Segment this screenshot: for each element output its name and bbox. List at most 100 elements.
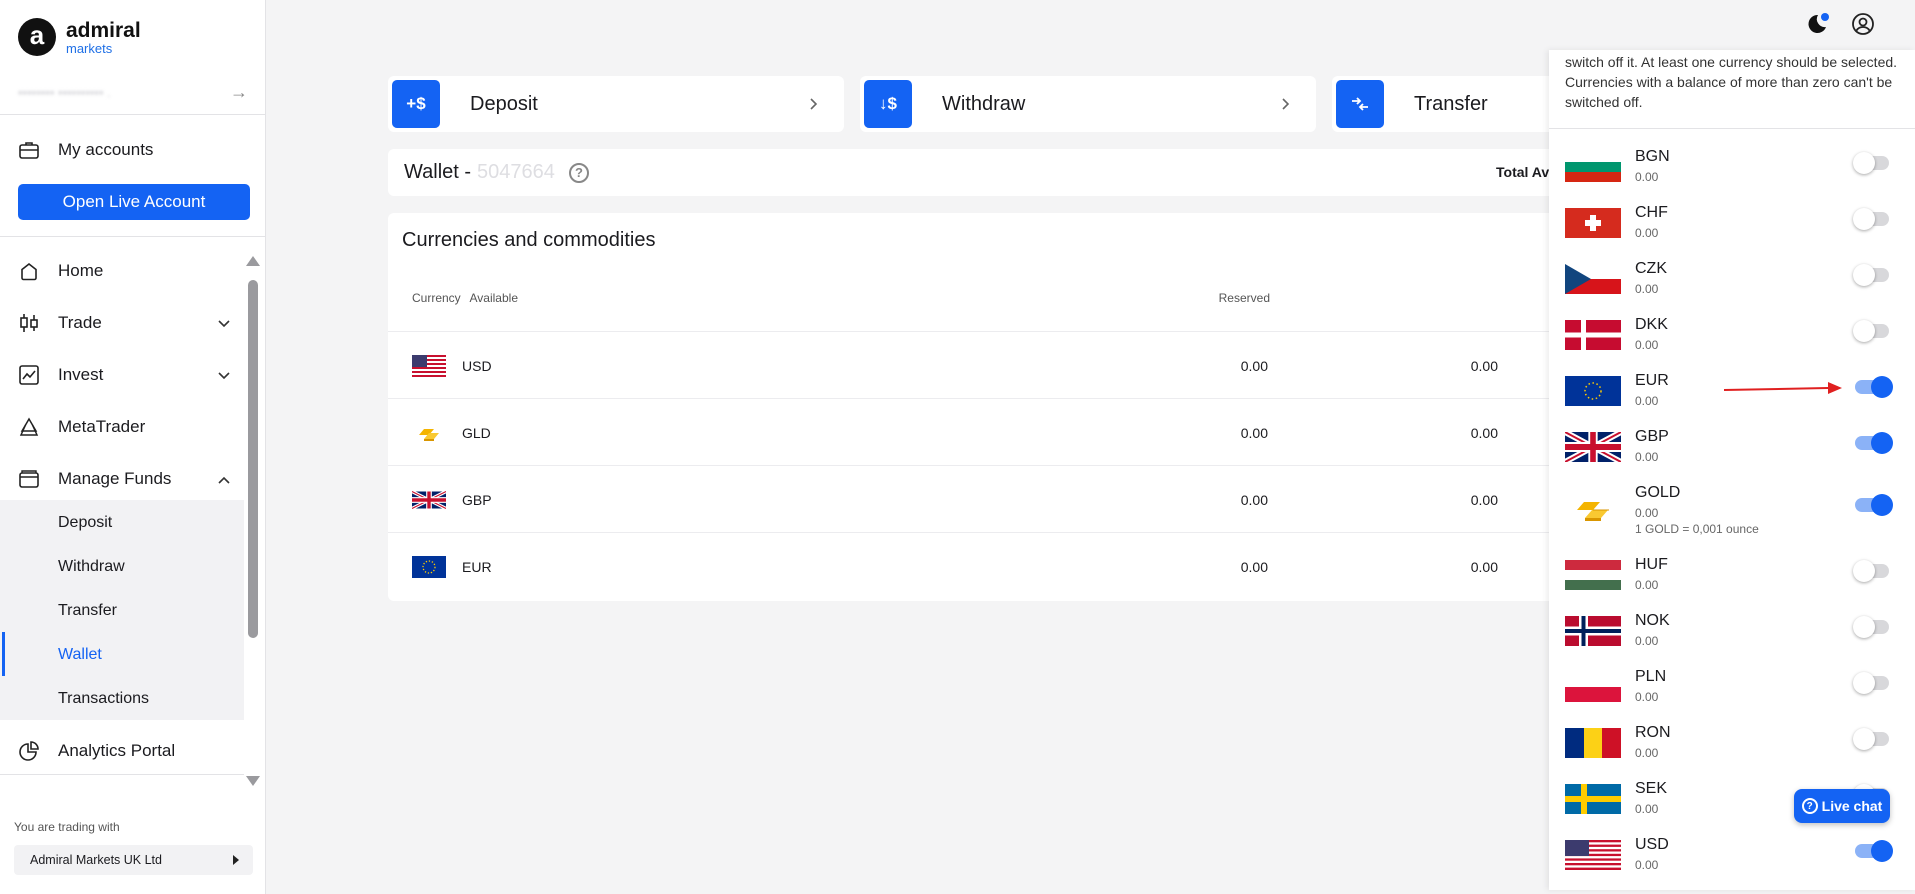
chevron-right-icon: [1282, 94, 1290, 115]
flag-gbp-icon: [1565, 432, 1621, 462]
question-icon: ?: [1801, 798, 1818, 814]
currency-toggle-gold[interactable]: [1855, 494, 1893, 516]
currency-balance: 0.00: [1635, 506, 1659, 520]
scroll-thumb[interactable]: [248, 280, 258, 638]
flag-dkk-icon: [1565, 320, 1621, 350]
top-bar-icons: [1805, 12, 1875, 41]
table-row[interactable]: USD 0.00 0.00: [388, 331, 1568, 398]
entity-name: Admiral Markets UK Ltd: [30, 853, 162, 867]
sidebar: a admiral markets •••••••• •••••••••• . …: [0, 0, 266, 894]
flag-ron-icon: [1565, 728, 1621, 758]
currency-item-dkk: DKK 0.00: [1565, 316, 1905, 368]
sidebar-subitem-transfer[interactable]: Transfer: [58, 602, 117, 620]
gold-bar-icon: [1577, 502, 1609, 521]
available-value: 0.00: [1470, 425, 1498, 441]
chevron-down-icon: [218, 315, 230, 331]
currency-code: GBP: [462, 492, 492, 508]
currency-balance: 0.00: [1635, 746, 1659, 760]
sidebar-item-invest[interactable]: Invest: [18, 360, 230, 390]
currency-code: DKK: [1635, 316, 1668, 333]
sidebar-subitem-transactions[interactable]: Transactions: [58, 690, 149, 708]
currency-balance: 0.00: [1635, 634, 1659, 648]
sidebar-item-my-accounts[interactable]: My accounts: [18, 135, 230, 165]
deposit-card[interactable]: +$ Deposit: [388, 76, 844, 132]
sidebar-item-trade[interactable]: Trade: [18, 308, 230, 338]
transfer-icon: [1336, 80, 1384, 128]
currency-toggle-eur[interactable]: [1855, 376, 1893, 398]
user-profile-icon[interactable]: [1851, 12, 1875, 41]
currency-toggle-gbp[interactable]: [1855, 432, 1893, 454]
sidebar-subitem-wallet[interactable]: Wallet: [58, 646, 102, 664]
sidebar-subitem-withdraw[interactable]: Withdraw: [58, 558, 125, 576]
flag-eur-icon: [1565, 376, 1621, 406]
currency-toggle-chf[interactable]: [1853, 208, 1889, 230]
reserved-value: 0.00: [1240, 425, 1268, 441]
currency-item-czk: CZK 0.00: [1565, 260, 1905, 312]
table-row[interactable]: GBP 0.00 0.00: [388, 465, 1568, 532]
sidebar-item-label: Manage Funds: [58, 469, 172, 488]
sidebar-item-label: My accounts: [58, 140, 154, 159]
reserved-value: 0.00: [1240, 492, 1268, 508]
theme-toggle-icon[interactable]: [1805, 12, 1829, 41]
currency-toggle-usd[interactable]: [1855, 840, 1893, 862]
currency-toggle-huf[interactable]: [1853, 560, 1889, 582]
currencies-title: Currencies and commodities: [402, 229, 656, 251]
sidebar-item-manage-funds[interactable]: Manage Funds: [18, 464, 230, 494]
reserved-value: 0.00: [1240, 559, 1268, 575]
currency-item-bgn: BGN 0.00: [1565, 148, 1905, 200]
flag-huf-icon: [1565, 560, 1621, 590]
currency-toggle-dkk[interactable]: [1853, 320, 1889, 342]
live-chat-button[interactable]: ? Live chat: [1794, 789, 1890, 823]
sidebar-item-label: MetaTrader: [58, 417, 146, 436]
divider: [0, 236, 266, 237]
active-indicator: [2, 632, 5, 676]
manage-funds-submenu: Deposit Withdraw Transfer Wallet Transac…: [0, 500, 244, 720]
arrow-right-icon[interactable]: →: [230, 82, 248, 103]
chevron-down-icon: [218, 367, 230, 383]
currency-item-pln: PLN 0.00: [1565, 668, 1905, 720]
flag-nok-icon: [1565, 616, 1621, 646]
table-row[interactable]: EUR 0.00 0.00: [388, 532, 1568, 599]
account-selector[interactable]: •••••••• •••••••••• . →: [18, 82, 248, 102]
flag-gbp-icon: [411, 489, 447, 516]
currency-balance: 0.00: [1635, 450, 1659, 464]
currency-code: GBP: [1635, 428, 1669, 445]
sidebar-item-label: Trade: [58, 313, 102, 332]
scroll-up-arrow[interactable]: [246, 256, 260, 266]
currency-code: GLD: [462, 425, 491, 441]
currency-code: USD: [462, 358, 492, 374]
table-row[interactable]: GLD 0.00 0.00: [388, 398, 1568, 465]
sidebar-subitem-deposit[interactable]: Deposit: [58, 514, 112, 532]
sidebar-item-analytics-portal[interactable]: Analytics Portal: [18, 736, 230, 766]
currency-code: BGN: [1635, 148, 1670, 165]
withdraw-card[interactable]: ↓$ Withdraw: [860, 76, 1316, 132]
currency-balance: 0.00: [1635, 282, 1659, 296]
open-live-account-button[interactable]: Open Live Account: [18, 184, 250, 220]
currency-balance: 0.00: [1635, 226, 1659, 240]
flag-eur-icon: [412, 556, 446, 583]
sidebar-scrollbar[interactable]: [246, 256, 260, 786]
currency-toggle-nok[interactable]: [1853, 616, 1889, 638]
help-icon[interactable]: ?: [568, 162, 589, 183]
currency-code: GOLD: [1635, 484, 1681, 501]
currency-balance: 0.00: [1635, 338, 1659, 352]
chart-line-icon: [18, 364, 40, 386]
currency-toggle-ron[interactable]: [1853, 728, 1889, 750]
currency-toggle-bgn[interactable]: [1853, 152, 1889, 174]
sidebar-item-metatrader[interactable]: MetaTrader: [18, 412, 230, 442]
currency-toggle-pln[interactable]: [1853, 672, 1889, 694]
sidebar-item-home[interactable]: Home: [18, 256, 230, 286]
brand-logo[interactable]: a admiral markets: [18, 18, 141, 56]
pie-chart-icon: [18, 740, 40, 762]
wallet-header: Wallet - 5047664 ? Total Ava: [388, 149, 1568, 196]
sidebar-item-label: Analytics Portal: [58, 741, 176, 760]
total-available-label: Total Ava: [1496, 164, 1557, 180]
currency-item-huf: HUF 0.00: [1565, 556, 1905, 608]
available-value: 0.00: [1470, 358, 1498, 374]
currency-code: PLN: [1635, 668, 1667, 685]
currency-toggle-czk[interactable]: [1853, 264, 1889, 286]
entity-selector[interactable]: Admiral Markets UK Ltd: [14, 845, 253, 875]
gold-bar-icon: [412, 422, 446, 449]
transfer-card[interactable]: Transfer: [1332, 76, 1568, 132]
scroll-down-arrow[interactable]: [246, 776, 260, 786]
